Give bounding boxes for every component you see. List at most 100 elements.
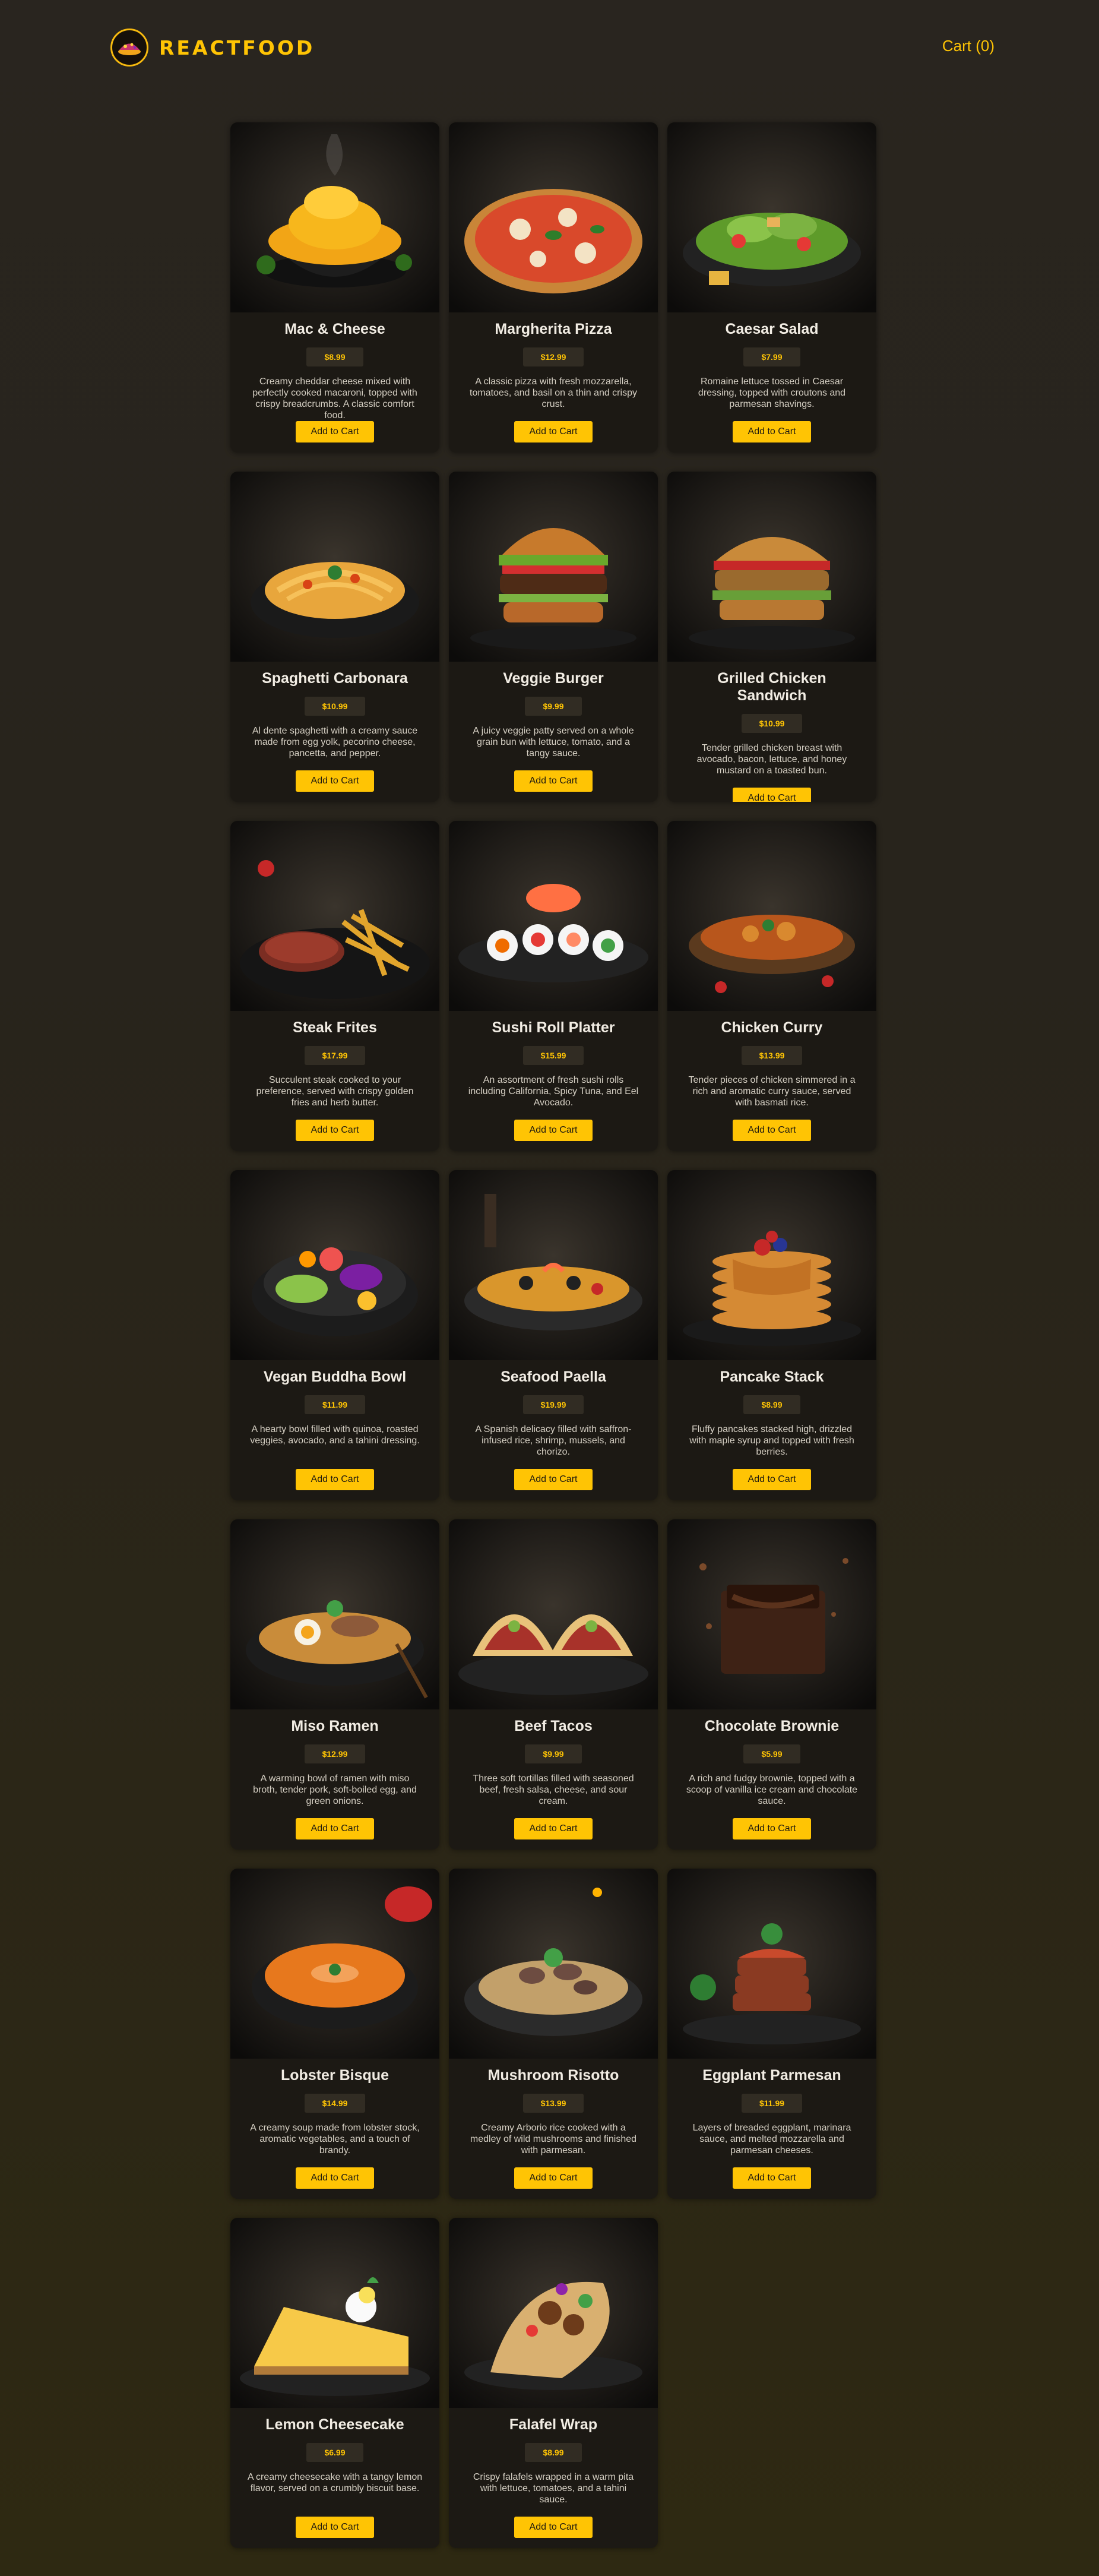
- meal-card: Caesar Salad $7.99 Romaine lettuce tosse…: [667, 122, 876, 453]
- meal-card: Steak Frites $17.99 Succulent steak cook…: [230, 821, 439, 1151]
- meal-image: [230, 1869, 439, 2059]
- meal-price: $17.99: [304, 1046, 366, 1065]
- meal-description: A rich and fudgy brownie, topped with a …: [686, 1774, 858, 1806]
- meal-image: [667, 1869, 876, 2059]
- brand[interactable]: REACTFOOD: [110, 29, 315, 67]
- meal-price: $15.99: [522, 1046, 584, 1065]
- add-to-cart-button[interactable]: Add to Cart: [733, 2167, 811, 2189]
- meal-description: Three soft tortillas filled with seasone…: [473, 1774, 634, 1806]
- meal-name: Chicken Curry: [721, 1019, 823, 1036]
- meal-description: A warming bowl of ramen with miso broth,…: [253, 1774, 417, 1806]
- meal-description: A creamy cheesecake with a tangy lemon f…: [247, 2472, 423, 2493]
- meal-description: A hearty bowl filled with quinoa, roaste…: [250, 1424, 420, 1446]
- meal-name: Seafood Paella: [501, 1368, 606, 1385]
- meal-price: $7.99: [743, 347, 800, 366]
- meal-price: $5.99: [743, 1744, 800, 1763]
- meal-price: $14.99: [304, 2094, 366, 2113]
- meal-description: Romaine lettuce tossed in Caesar dressin…: [698, 377, 846, 409]
- add-to-cart-button[interactable]: Add to Cart: [514, 770, 593, 792]
- meal-card: Eggplant Parmesan $11.99 Layers of bread…: [667, 1869, 876, 2199]
- add-to-cart-button[interactable]: Add to Cart: [733, 1818, 811, 1839]
- add-to-cart-button[interactable]: Add to Cart: [296, 2167, 374, 2189]
- meal-description: An assortment of fresh sushi rolls inclu…: [468, 1075, 639, 1108]
- meal-description: Succulent steak cooked to your preferenc…: [256, 1075, 414, 1108]
- meal-image: [449, 1170, 658, 1360]
- meal-name: Beef Tacos: [514, 1718, 593, 1734]
- meal-card: Sushi Roll Platter $15.99 An assortment …: [449, 821, 658, 1151]
- add-to-cart-button[interactable]: Add to Cart: [514, 2517, 593, 2538]
- meal-card: Beef Tacos $9.99 Three soft tortillas fi…: [449, 1519, 658, 1850]
- meal-image: [667, 472, 876, 662]
- meal-image: [449, 2218, 658, 2408]
- meal-name: Caesar Salad: [725, 321, 819, 337]
- meal-card: Lobster Bisque $14.99 A creamy soup made…: [230, 1869, 439, 2199]
- meal-name: Falafel Wrap: [509, 2416, 598, 2433]
- logo-icon: [110, 29, 148, 67]
- meal-card: Seafood Paella $19.99 A Spanish delicacy…: [449, 1170, 658, 1500]
- add-to-cart-button[interactable]: Add to Cart: [514, 1120, 593, 1141]
- add-to-cart-button[interactable]: Add to Cart: [296, 2517, 374, 2538]
- meal-description: Layers of breaded eggplant, marinara sau…: [692, 2123, 851, 2155]
- meal-description: A creamy soup made from lobster stock, a…: [250, 2123, 420, 2155]
- meal-name: Pancake Stack: [720, 1368, 824, 1385]
- meal-name: Margherita Pizza: [495, 321, 612, 337]
- meal-image: [230, 472, 439, 662]
- meal-name: Lemon Cheesecake: [265, 2416, 404, 2433]
- meal-description: Crispy falafels wrapped in a warm pita w…: [473, 2472, 634, 2505]
- meal-price: $8.99: [306, 347, 363, 366]
- brand-title: REACTFOOD: [159, 36, 315, 59]
- meal-card: Chocolate Brownie $5.99 A rich and fudgy…: [667, 1519, 876, 1850]
- meal-image: [230, 821, 439, 1011]
- meal-image: [449, 122, 658, 312]
- meal-card: Grilled Chicken Sandwich $10.99 Tender g…: [667, 472, 876, 802]
- meal-price: $8.99: [525, 2443, 582, 2462]
- meal-description: Tender grilled chicken breast with avoca…: [696, 743, 847, 776]
- meal-price: $10.99: [741, 714, 803, 733]
- meals-grid: Mac & Cheese $8.99 Creamy cheddar cheese…: [230, 122, 876, 2548]
- add-to-cart-button[interactable]: Add to Cart: [296, 421, 374, 442]
- meal-description: Fluffy pancakes stacked high, drizzled w…: [689, 1424, 854, 1457]
- meal-price: $12.99: [304, 1744, 366, 1763]
- add-to-cart-button[interactable]: Add to Cart: [514, 1469, 593, 1490]
- meal-card: Miso Ramen $12.99 A warming bowl of rame…: [230, 1519, 439, 1850]
- meal-image: [449, 821, 658, 1011]
- add-to-cart-button[interactable]: Add to Cart: [733, 1120, 811, 1141]
- add-to-cart-button[interactable]: Add to Cart: [514, 2167, 593, 2189]
- meal-image: [667, 122, 876, 312]
- meal-name: Vegan Buddha Bowl: [263, 1368, 407, 1385]
- add-to-cart-button[interactable]: Add to Cart: [296, 1120, 374, 1141]
- meal-name: Eggplant Parmesan: [702, 2067, 841, 2084]
- meal-price: $9.99: [525, 1744, 582, 1763]
- add-to-cart-button[interactable]: Add to Cart: [514, 1818, 593, 1839]
- meal-name: Steak Frites: [293, 1019, 377, 1036]
- meal-price: $13.99: [741, 1046, 803, 1065]
- add-to-cart-button[interactable]: Add to Cart: [514, 421, 593, 442]
- add-to-cart-button[interactable]: Add to Cart: [296, 1469, 374, 1490]
- meal-name: Miso Ramen: [291, 1718, 379, 1734]
- meal-card: Lemon Cheesecake $6.99 A creamy cheeseca…: [230, 2218, 439, 2548]
- add-to-cart-button[interactable]: Add to Cart: [733, 788, 811, 802]
- meal-price: $12.99: [522, 347, 584, 366]
- meal-card: Pancake Stack $8.99 Fluffy pancakes stac…: [667, 1170, 876, 1500]
- meal-image: [230, 2218, 439, 2408]
- meal-name: Chocolate Brownie: [704, 1718, 840, 1734]
- add-to-cart-button[interactable]: Add to Cart: [733, 421, 811, 442]
- meal-card: Falafel Wrap $8.99 Crispy falafels wrapp…: [449, 2218, 658, 2548]
- meal-image: [667, 821, 876, 1011]
- meal-description: Tender pieces of chicken simmered in a r…: [688, 1075, 856, 1108]
- meal-description: Al dente spaghetti with a creamy sauce m…: [252, 726, 418, 758]
- add-to-cart-button[interactable]: Add to Cart: [733, 1469, 811, 1490]
- meal-description: A Spanish delicacy filled with saffron-i…: [475, 1424, 632, 1457]
- add-to-cart-button[interactable]: Add to Cart: [296, 1818, 374, 1839]
- meal-card: Vegan Buddha Bowl $11.99 A hearty bowl f…: [230, 1170, 439, 1500]
- meal-image: [230, 122, 439, 312]
- meal-name: Lobster Bisque: [281, 2067, 389, 2084]
- meal-card: Spaghetti Carbonara $10.99 Al dente spag…: [230, 472, 439, 802]
- add-to-cart-button[interactable]: Add to Cart: [296, 770, 374, 792]
- cart-button[interactable]: Cart (0): [942, 37, 995, 55]
- meal-description: A juicy veggie patty served on a whole g…: [473, 726, 634, 758]
- meal-price: $10.99: [304, 697, 366, 716]
- meal-name: Mac & Cheese: [284, 321, 385, 337]
- meal-card: Veggie Burger $9.99 A juicy veggie patty…: [449, 472, 658, 802]
- meal-description: Creamy Arborio rice cooked with a medley…: [470, 2123, 637, 2155]
